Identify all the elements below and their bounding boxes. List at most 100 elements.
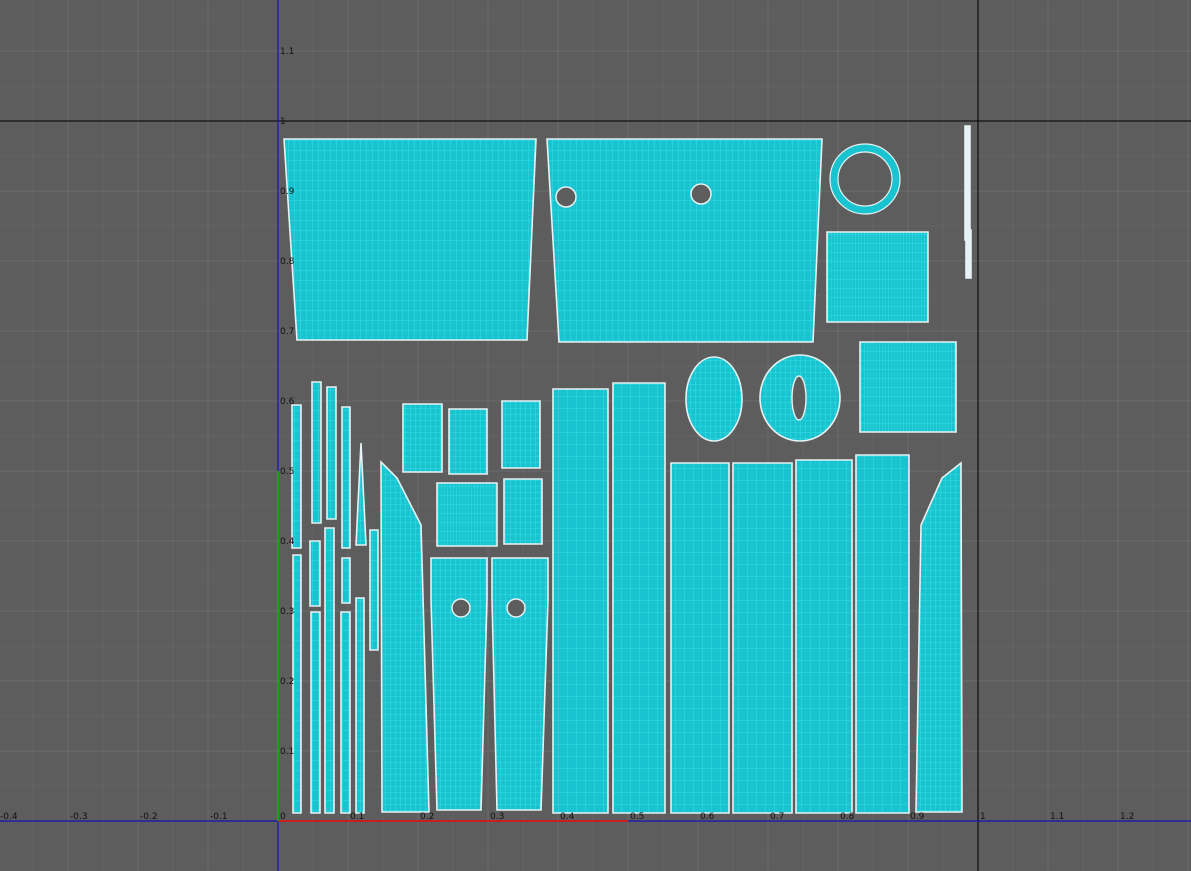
uv-shell-strip-9[interactable]	[324, 527, 335, 814]
uv-shell-strip-9-outline[interactable]	[324, 527, 335, 814]
v-axis-label: 0.8	[280, 257, 295, 267]
uv-shell-column-b[interactable]	[612, 382, 666, 814]
uv-shell-leg-a[interactable]	[430, 557, 488, 811]
uv-editor-viewport[interactable]: -0.4 -0.3 -0.2 -0.1 0 0.1 0.2 0.3 0.4 0.5 0.6 0.7 0.…	[0, 0, 1191, 871]
v-axis-label: 0.3	[280, 607, 294, 617]
u-axis-label: -0.3	[70, 812, 88, 822]
uv-shell-strip-10[interactable]	[341, 557, 351, 604]
uv-shell-small-e-outline[interactable]	[503, 478, 543, 545]
oval-body[interactable]	[685, 356, 743, 442]
uv-shell-strip-12-outline[interactable]	[355, 597, 365, 814]
uv-shell-torus[interactable]	[759, 354, 841, 442]
u-axis-label: 0	[280, 812, 286, 822]
u-axis-label: 0.1	[350, 812, 364, 822]
uv-shell-strip-3-outline[interactable]	[326, 386, 337, 520]
uv-shell-taper-right-outline[interactable]	[915, 461, 963, 813]
uv-shell-spike[interactable]	[355, 442, 367, 546]
uv-shell-spike-outline[interactable]	[355, 442, 367, 546]
uv-shell-small-b-outline[interactable]	[448, 408, 488, 475]
v-axis-label: 0.4	[280, 537, 295, 547]
uv-shell-column-f[interactable]	[855, 454, 910, 814]
uv-shell-column-e[interactable]	[795, 459, 853, 814]
uv-shell-small-b[interactable]	[448, 408, 488, 475]
uv-shell-taper-right[interactable]	[915, 461, 963, 813]
uv-shell-strip-8-outline[interactable]	[310, 611, 321, 814]
uv-shell-small-c[interactable]	[501, 400, 541, 469]
uv-shell-strip-4-outline[interactable]	[341, 406, 351, 549]
uv-shell-strip-12[interactable]	[355, 597, 365, 814]
uv-shell-strip-11[interactable]	[340, 611, 351, 814]
uv-shell-small-a-outline[interactable]	[402, 403, 443, 473]
uv-shell-column-c-outline[interactable]	[670, 462, 730, 814]
u-axis-label: 1	[980, 812, 986, 822]
uv-shells-layer[interactable]	[283, 125, 972, 814]
uv-shell-column-d[interactable]	[732, 462, 793, 814]
uv-shell-leg-b-outline[interactable]	[491, 557, 549, 811]
uv-shell-square-b[interactable]	[859, 341, 957, 433]
uv-shell-small-c-outline[interactable]	[501, 400, 541, 469]
uv-shell-small-d[interactable]	[436, 482, 498, 547]
uv-shell-column-e-outline[interactable]	[795, 459, 853, 814]
u-axis-label: -0.4	[0, 812, 18, 822]
uv-shell-strip-2-outline[interactable]	[311, 381, 322, 524]
uv-shell-strip-4[interactable]	[341, 406, 351, 549]
u-axis-label: 0.6	[700, 812, 715, 822]
uv-shell-square-b-outline[interactable]	[859, 341, 957, 433]
uv-shell-strip-10-outline[interactable]	[341, 557, 351, 604]
uv-shell-panel-b-outline[interactable]	[546, 138, 823, 343]
u-axis-label: 0.8	[840, 812, 855, 822]
uv-shell-ring[interactable]	[829, 143, 901, 215]
uv-shell-panel-a-outline[interactable]	[283, 138, 537, 341]
panel-b-hole	[555, 186, 577, 208]
uv-shell-column-c[interactable]	[670, 462, 730, 814]
uv-shell-small-a[interactable]	[402, 403, 443, 473]
uv-shell-leg-b[interactable]	[491, 557, 549, 811]
uv-shell-strip-2[interactable]	[311, 381, 322, 524]
u-axis-label: 0.7	[770, 812, 784, 822]
leg-hole	[451, 598, 471, 618]
uv-shell-strip-3[interactable]	[326, 386, 337, 520]
u-axis-label: -0.2	[140, 812, 158, 822]
v-axis-label: 1.1	[280, 47, 294, 57]
uv-shell-strip-edge-a[interactable]	[964, 125, 971, 241]
v-axis-label: 0.9	[280, 187, 295, 197]
u-axis-label: 0.9	[910, 812, 925, 822]
uv-shell-strip-7[interactable]	[309, 540, 321, 607]
ring-body[interactable]	[830, 144, 900, 214]
u-axis-label: 1.2	[1120, 812, 1134, 822]
ring-outer	[829, 143, 901, 215]
panel-b-hole	[690, 183, 712, 205]
uv-shell-small-e[interactable]	[503, 478, 543, 545]
uv-shell-oval[interactable]	[685, 356, 743, 442]
u-axis-label: 0.3	[490, 812, 504, 822]
uv-shell-column-b-outline[interactable]	[612, 382, 666, 814]
uv-shell-strip-7-outline[interactable]	[309, 540, 321, 607]
uv-shell-strip-edge-b[interactable]	[965, 229, 972, 279]
uv-shell-panel-a[interactable]	[283, 138, 537, 341]
uv-shell-strip-edge-a-outline[interactable]	[964, 125, 971, 241]
uv-shell-strip-11-outline[interactable]	[340, 611, 351, 814]
u-axis-label: -0.1	[210, 812, 228, 822]
uv-shell-panel-b[interactable]	[546, 138, 823, 343]
uv-shell-taper-left[interactable]	[380, 460, 430, 813]
u-axis-label: 1.1	[1050, 812, 1064, 822]
u-axis-label: 0.4	[560, 812, 575, 822]
uv-shell-column-f-outline[interactable]	[855, 454, 910, 814]
uv-shell-strip-edge-b-outline[interactable]	[965, 229, 972, 279]
v-axis-label: 0.1	[280, 747, 294, 757]
uv-shell-taper-left-outline[interactable]	[380, 460, 430, 813]
uv-shell-strip-5-outline[interactable]	[369, 529, 379, 651]
uv-shell-leg-a-outline[interactable]	[430, 557, 488, 811]
v-axis-label: 0.7	[280, 327, 294, 337]
uv-shell-small-d-outline[interactable]	[436, 482, 498, 547]
uv-shell-square-a[interactable]	[826, 231, 929, 323]
leg-hole	[506, 598, 526, 618]
torus-hole	[791, 375, 807, 421]
uv-shell-strip-5[interactable]	[369, 529, 379, 651]
uv-shell-square-a-outline[interactable]	[826, 231, 929, 323]
uv-shell-strip-8[interactable]	[310, 611, 321, 814]
uv-shell-column-a[interactable]	[552, 388, 609, 814]
uv-shell-column-d-outline[interactable]	[732, 462, 793, 814]
u-axis-label: 0.5	[630, 812, 644, 822]
uv-shell-column-a-outline[interactable]	[552, 388, 609, 814]
